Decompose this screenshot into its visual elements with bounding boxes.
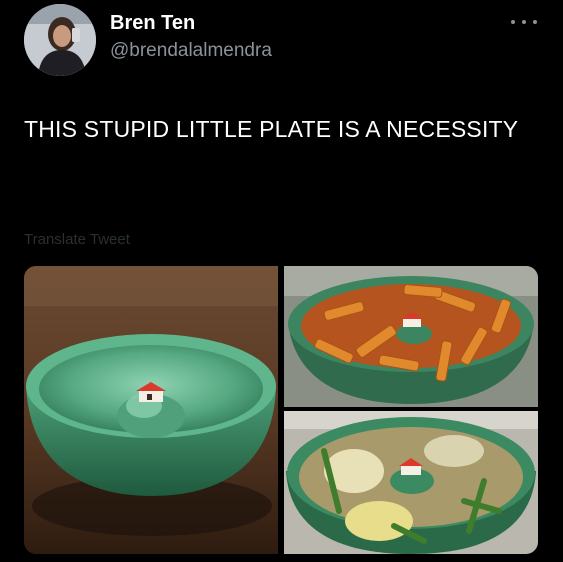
more-options-icon[interactable] [511,16,537,28]
translate-link[interactable]: Translate Tweet [24,231,130,248]
photo-soup-bowl[interactable] [284,411,538,554]
dot [533,20,537,24]
dot [511,20,515,24]
author-name[interactable]: Bren Ten [110,12,195,35]
photo-image [284,266,538,407]
dot [522,20,526,24]
author-handle[interactable]: @brendalalmendra [110,40,272,62]
avatar-image [24,4,96,76]
photo-empty-bowl[interactable] [24,266,278,554]
avatar[interactable] [24,4,96,76]
photo-pasta-bowl[interactable] [284,266,538,407]
photo-image [24,266,278,554]
tweet-text: THIS STUPID LITTLE PLATE IS A NECESSITY [24,116,519,142]
photo-image [284,411,538,554]
